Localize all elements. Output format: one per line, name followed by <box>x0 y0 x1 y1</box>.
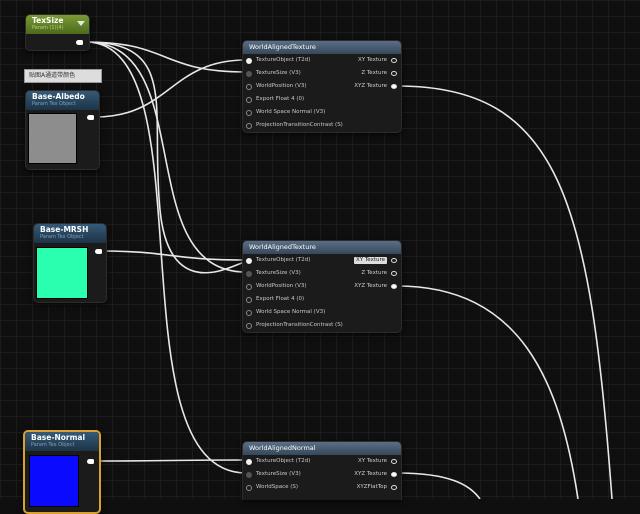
input-pin-export-float[interactable] <box>246 97 252 103</box>
input-pin-world-space-normal[interactable] <box>246 310 252 316</box>
input-label: World Space Normal (V3) <box>256 109 326 115</box>
input-label: TextureObject (T2d) <box>256 458 311 464</box>
input-label: Export Float 4 (0) <box>256 296 305 302</box>
node-title: WorldAlignedTexture <box>249 43 316 51</box>
output-label: Z Texture <box>361 70 387 76</box>
input-pin-export-float[interactable] <box>246 297 252 303</box>
input-pin-world-space[interactable] <box>246 485 252 491</box>
wire-wat2-xyz-out <box>396 285 579 499</box>
input-label: Export Float 4 (0) <box>256 96 305 102</box>
output-pin[interactable] <box>76 40 83 45</box>
output-label: XYZ Texture <box>354 471 387 477</box>
node-title: Base-MRSH <box>40 225 89 234</box>
texsize-param-node[interactable]: TexSize Param (1)(4) <box>25 14 90 51</box>
texture-preview <box>29 455 79 507</box>
texture-preview <box>36 247 88 299</box>
wire-wan-xyz-out <box>396 472 481 499</box>
output-pin[interactable] <box>87 115 94 120</box>
node-subtitle: Param Tex Object <box>32 101 76 107</box>
world-aligned-texture-node-1[interactable]: WorldAlignedTexture TextureObject (T2d) … <box>242 40 402 133</box>
texture-preview <box>28 113 77 164</box>
input-label: WorldPosition (V3) <box>256 83 307 89</box>
node-header[interactable]: WorldAlignedTexture <box>243 241 401 254</box>
node-header[interactable]: TexSize Param (1)(4) <box>26 15 89 34</box>
input-pin-texture-size[interactable] <box>246 472 252 478</box>
input-pin-texture-object[interactable] <box>246 459 252 465</box>
wire-normal-to-wan <box>91 459 247 462</box>
input-label: ProjectionTransitionContrast (S) <box>256 122 343 128</box>
input-label: TextureObject (T2d) <box>256 57 311 63</box>
output-label: Z Texture <box>361 270 387 276</box>
input-pin-projection-contrast[interactable] <box>246 323 252 329</box>
wire-wat1-xyz-out <box>396 85 613 499</box>
wire-mrsh-to-wat2 <box>100 250 247 261</box>
output-label: XY Texture <box>357 57 387 63</box>
node-header[interactable]: WorldAlignedTexture <box>243 41 401 54</box>
output-pin-xyz[interactable] <box>391 284 397 289</box>
node-header[interactable]: Base-Albedo Param Tex Object <box>26 91 99 110</box>
input-pin-world-position[interactable] <box>246 84 252 90</box>
node-title: TexSize <box>32 16 64 25</box>
input-label: ProjectionTransitionContrast (S) <box>256 322 343 328</box>
input-label: WorldSpace (S) <box>256 484 299 490</box>
output-pin-z[interactable] <box>391 71 397 76</box>
output-pin-xyz[interactable] <box>391 84 397 89</box>
base-normal-param-node[interactable]: Base-Normal Param Tex Object <box>23 430 101 514</box>
node-title: WorldAlignedNormal <box>249 444 316 452</box>
node-header[interactable]: WorldAlignedNormal <box>243 442 401 455</box>
output-pin-xy[interactable] <box>391 258 397 263</box>
output-label-highlighted: XY Texture <box>353 257 387 264</box>
input-label: TextureSize (V3) <box>256 70 301 76</box>
node-header[interactable]: Base-MRSH Param Tex Object <box>34 224 106 243</box>
base-albedo-param-node[interactable]: Base-Albedo Param Tex Object <box>25 90 100 170</box>
output-label: XYZFlatTop <box>356 484 387 490</box>
node-subtitle: Param Tex Object <box>40 234 84 240</box>
wire-texsize-to-wan <box>85 41 247 474</box>
input-pin-world-space-normal[interactable] <box>246 110 252 116</box>
input-pin-world-position[interactable] <box>246 284 252 290</box>
input-pin-texture-object[interactable] <box>246 58 252 64</box>
node-title: Base-Albedo <box>32 92 85 101</box>
output-label: XY Texture <box>357 458 387 464</box>
node-subtitle: Param Tex Object <box>31 442 75 448</box>
input-label: TextureSize (V3) <box>256 270 301 276</box>
world-aligned-texture-node-2[interactable]: WorldAlignedTexture TextureObject (T2d) … <box>242 240 402 333</box>
output-pin[interactable] <box>95 249 102 254</box>
output-pin-xyz-flat-top[interactable] <box>391 485 397 490</box>
node-subtitle: Param (1)(4) <box>32 25 64 31</box>
base-mrsh-param-node[interactable]: Base-MRSH Param Tex Object <box>33 223 107 303</box>
output-pin[interactable] <box>87 459 94 464</box>
input-pin-texture-size[interactable] <box>246 71 252 77</box>
input-label: World Space Normal (V3) <box>256 309 326 315</box>
input-label: TextureObject (T2d) <box>256 257 311 263</box>
wire-albedo-to-wat1 <box>94 59 247 118</box>
input-pin-texture-object[interactable] <box>246 258 252 264</box>
output-pin-xy[interactable] <box>391 459 397 464</box>
input-pin-texture-size[interactable] <box>246 271 252 277</box>
output-label: XYZ Texture <box>354 283 387 289</box>
input-label: TextureSize (V3) <box>256 471 301 477</box>
world-aligned-normal-node[interactable]: WorldAlignedNormal TextureObject (T2d) T… <box>242 441 402 500</box>
node-title: WorldAlignedTexture <box>249 243 316 251</box>
output-pin-xyz[interactable] <box>391 472 397 477</box>
input-pin-projection-contrast[interactable] <box>246 123 252 129</box>
input-label: WorldPosition (V3) <box>256 283 307 289</box>
comment-bubble[interactable]: 贴图A通道带颜色 <box>24 69 102 83</box>
output-pin-z[interactable] <box>391 271 397 276</box>
output-label: XYZ Texture <box>354 83 387 89</box>
node-header[interactable]: Base-Normal Param Tex Object <box>25 432 99 451</box>
chevron-down-icon[interactable] <box>77 21 85 26</box>
node-title: Base-Normal <box>31 433 86 442</box>
output-pin-xy[interactable] <box>391 58 397 63</box>
